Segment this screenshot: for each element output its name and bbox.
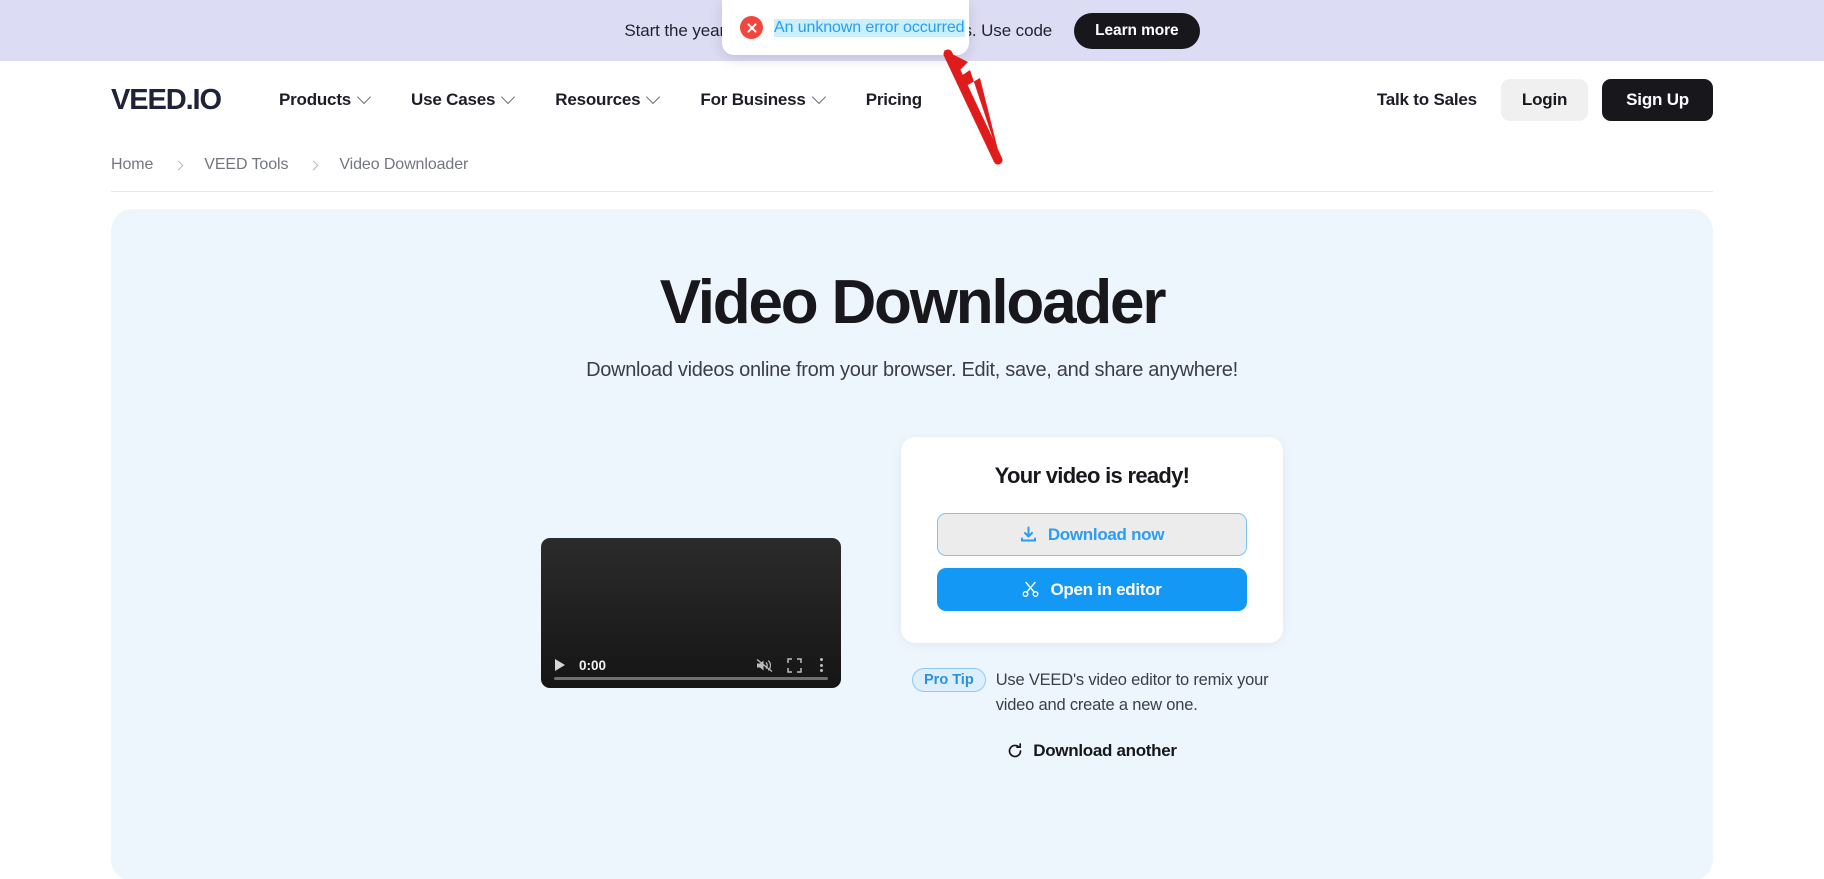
chevron-down-icon (356, 89, 372, 105)
nav-label: Products (278, 90, 352, 109)
chevron-down-icon (646, 89, 661, 105)
page-subtitle: Download videos online from your browser… (586, 359, 1238, 382)
breadcrumb-wrapper: Home VEED Tools Video Downloader (0, 139, 1824, 192)
nav-item-products[interactable]: Products (278, 89, 372, 110)
veed-logo[interactable]: VEED.IO (111, 84, 222, 117)
page-title: Video Downloader (659, 268, 1167, 337)
download-card: Your video is ready! Download now Open i… (901, 437, 1283, 644)
breadcrumb-item-home[interactable]: Home (111, 156, 153, 174)
video-current-time: 0:00 (579, 657, 607, 673)
open-in-editor-button[interactable]: Open in editor (937, 568, 1247, 612)
scissors-icon (1022, 581, 1039, 598)
learn-more-button[interactable]: Learn more (1074, 12, 1200, 49)
fullscreen-icon[interactable] (787, 657, 802, 673)
login-button[interactable]: Login (1500, 79, 1589, 121)
video-progress-bar[interactable] (554, 676, 828, 681)
download-now-label: Download now (1047, 524, 1165, 544)
open-in-editor-label: Open in editor (1050, 579, 1162, 599)
nav-label: For Business (700, 90, 806, 109)
nav-label: Pricing (865, 90, 922, 109)
pro-tip-badge: Pro Tip (912, 668, 986, 693)
error-toast[interactable]: An unknown error occurred (722, 0, 969, 55)
download-another-label: Download another (1033, 740, 1177, 760)
nav-item-pricing[interactable]: Pricing (866, 90, 922, 110)
pro-tip-text: Use VEED's video editor to remix your vi… (995, 671, 1269, 714)
nav-label: Resources (555, 90, 641, 109)
play-icon[interactable] (555, 659, 565, 672)
download-another-button[interactable]: Download another (1007, 740, 1177, 761)
chevron-right-icon (308, 160, 319, 170)
error-toast-message: An unknown error occurred (774, 18, 965, 37)
video-player[interactable]: 0:00 (541, 538, 841, 689)
chevron-down-icon (811, 89, 826, 105)
breadcrumb-item-veed-tools[interactable]: VEED Tools (204, 156, 288, 174)
refresh-icon (1008, 742, 1022, 757)
header-actions: Talk to Sales Login Sign Up (1377, 79, 1713, 121)
breadcrumb: Home VEED Tools Video Downloader (111, 139, 1713, 192)
download-now-button[interactable]: Download now (937, 513, 1247, 557)
talk-to-sales-link[interactable]: Talk to Sales (1377, 90, 1477, 110)
video-controls: 0:00 (541, 642, 841, 688)
main-navigation: Products Use Cases Resources For Busines… (278, 89, 922, 110)
chevron-down-icon (501, 89, 516, 105)
signup-button[interactable]: Sign Up (1602, 79, 1713, 121)
promo-banner: Start the year strong with 25% off annua… (0, 0, 1824, 166)
hero-body: 0:00 Your video is ready! Download now O… (111, 437, 1713, 761)
nav-item-use-cases[interactable]: Use Cases (411, 89, 516, 110)
site-header: VEED.IO Products Use Cases Resources For… (0, 61, 1824, 139)
error-circle-x-icon (740, 16, 763, 39)
nav-item-resources[interactable]: Resources (555, 89, 661, 110)
hero-panel: Video Downloader Download videos online … (111, 209, 1713, 879)
card-title: Your video is ready! (994, 463, 1190, 489)
pro-tip: Pro Tip Use VEED's video editor to remix… (912, 668, 1272, 718)
download-column: Your video is ready! Download now Open i… (901, 437, 1283, 761)
nav-item-for-business[interactable]: For Business (700, 89, 826, 110)
chevron-right-icon (173, 160, 184, 170)
breadcrumb-item-current: Video Downloader (339, 156, 469, 173)
muted-volume-icon[interactable] (756, 658, 773, 673)
nav-label: Use Cases (411, 90, 496, 109)
kebab-menu-icon[interactable] (816, 656, 827, 674)
download-icon (1020, 526, 1036, 542)
